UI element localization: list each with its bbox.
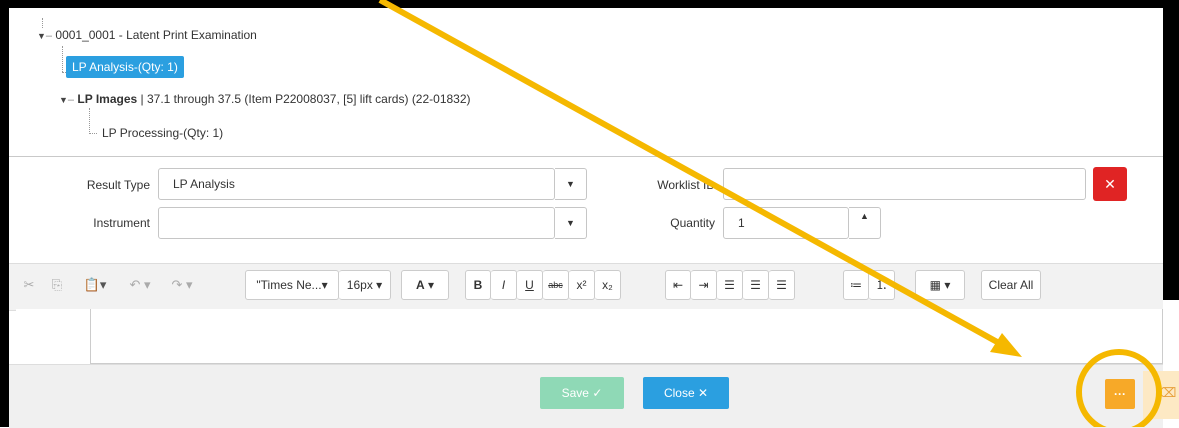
annotation-arrow-line bbox=[378, 0, 1010, 351]
annotation-circle bbox=[1076, 349, 1162, 427]
annotation-arrow bbox=[378, 0, 1162, 427]
annotation-arrow-head bbox=[990, 333, 1022, 357]
